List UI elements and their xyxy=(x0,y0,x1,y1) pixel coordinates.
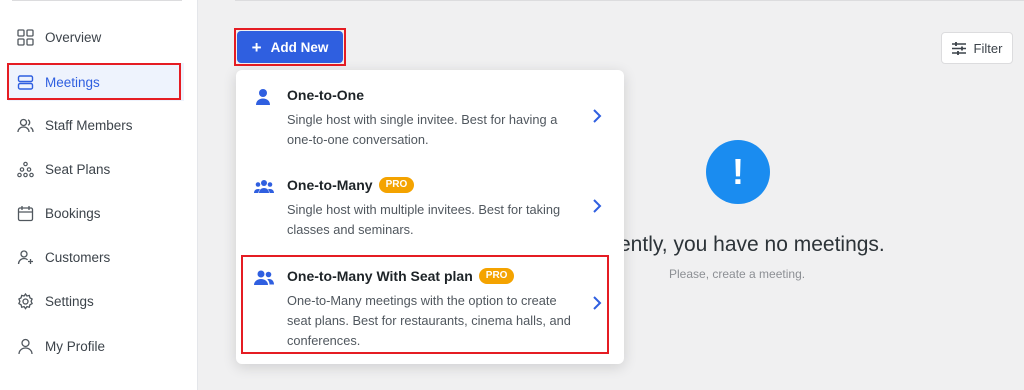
sidebar-item-label: Meetings xyxy=(45,74,100,90)
calendar-icon xyxy=(16,204,34,222)
menu-item-title: One-to-Many xyxy=(287,177,373,193)
sidebar-item-label: Settings xyxy=(45,293,94,309)
divider xyxy=(12,0,182,1)
sidebar-item-my-profile[interactable]: My Profile xyxy=(8,327,184,365)
sidebar-item-label: Seat Plans xyxy=(45,161,111,177)
menu-item-one-to-many-seat-plan[interactable]: One-to-Many With Seat plan PRO One-to-Ma… xyxy=(236,251,624,364)
sidebar: Overview Meetings Staff Members Seat Pla… xyxy=(0,0,198,390)
sidebar-item-label: Customers xyxy=(45,249,111,265)
menu-item-description: Single host with single invitee. Best fo… xyxy=(287,112,558,147)
alert-icon: ! xyxy=(706,140,770,204)
menu-item-title: One-to-One xyxy=(287,87,364,103)
gear-icon xyxy=(16,292,34,310)
chevron-right-icon xyxy=(593,109,602,123)
filter-button[interactable]: Filter xyxy=(941,32,1013,64)
sidebar-item-customers[interactable]: Customers xyxy=(8,238,184,276)
users-solid-icon xyxy=(254,269,274,287)
group-icon xyxy=(254,178,274,196)
empty-state-title: ently, you have no meetings. xyxy=(619,233,885,256)
menu-item-one-to-one[interactable]: One-to-One Single host with single invit… xyxy=(236,70,624,160)
seats-icon xyxy=(16,160,34,178)
pro-badge: PRO xyxy=(378,177,415,193)
sidebar-item-label: Bookings xyxy=(45,205,101,221)
sidebar-item-staff-members[interactable]: Staff Members xyxy=(8,106,184,144)
sidebar-item-label: Staff Members xyxy=(45,117,133,133)
sidebar-item-seat-plans[interactable]: Seat Plans xyxy=(8,150,184,188)
pro-badge: PRO xyxy=(478,268,515,284)
filter-label: Filter xyxy=(973,40,1003,56)
user-plus-icon xyxy=(16,248,34,266)
sidebar-item-overview[interactable]: Overview xyxy=(8,18,184,56)
sidebar-item-label: My Profile xyxy=(45,338,106,354)
plus-icon: + xyxy=(251,37,262,57)
empty-state-subtitle: Please, create a meeting. xyxy=(669,267,806,281)
divider xyxy=(235,0,1024,1)
sidebar-item-bookings[interactable]: Bookings xyxy=(8,194,184,232)
menu-item-description: Single host with multiple invitees. Best… xyxy=(287,202,561,237)
grid-icon xyxy=(16,28,34,46)
sidebar-item-label: Overview xyxy=(45,29,102,45)
users-icon xyxy=(16,116,34,134)
layers-icon xyxy=(16,73,34,91)
chevron-right-icon xyxy=(593,199,602,213)
add-new-dropdown: One-to-One Single host with single invit… xyxy=(236,70,624,364)
add-new-label: Add New xyxy=(270,39,329,55)
user-solid-icon xyxy=(254,88,274,106)
menu-item-one-to-many[interactable]: One-to-Many PRO Single host with multipl… xyxy=(236,160,624,250)
add-new-button[interactable]: + Add New xyxy=(237,31,343,63)
menu-item-title: One-to-Many With Seat plan xyxy=(287,268,473,284)
menu-item-description: One-to-Many meetings with the option to … xyxy=(287,293,571,348)
sidebar-item-settings[interactable]: Settings xyxy=(8,282,184,320)
sliders-icon xyxy=(951,41,966,55)
sidebar-item-meetings[interactable]: Meetings xyxy=(8,63,184,101)
user-icon xyxy=(16,337,34,355)
chevron-right-icon xyxy=(593,296,602,310)
